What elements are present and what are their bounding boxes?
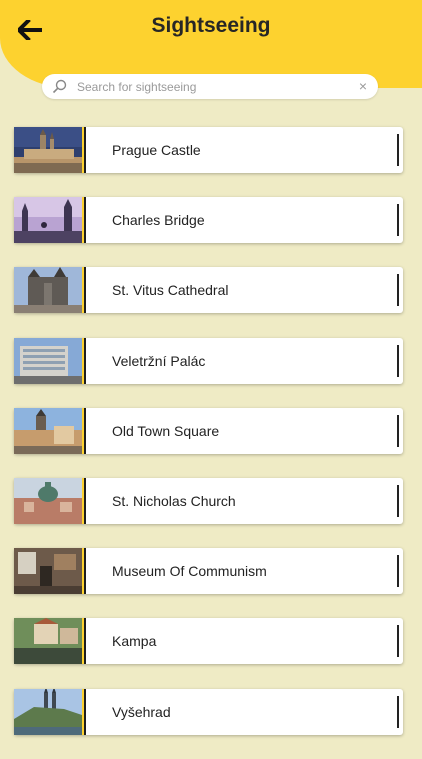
place-name: Veletržní Palác — [112, 352, 206, 369]
item-end-marker — [397, 274, 399, 307]
page-title: Sightseeing — [151, 14, 271, 37]
item-end-marker — [397, 695, 399, 728]
place-name: St. Vitus Cathedral — [112, 282, 229, 299]
list-item[interactable]: Charles Bridge — [14, 197, 403, 244]
thumbnail-divider — [84, 407, 86, 454]
list-item[interactable]: Vyšehrad — [14, 688, 403, 735]
thumbnail-image — [14, 548, 84, 595]
item-end-marker — [397, 555, 399, 588]
close-icon[interactable]: × — [356, 78, 370, 94]
thumbnail-image — [14, 337, 84, 384]
thumbnail-image — [14, 688, 84, 735]
thumbnail-image — [14, 477, 84, 524]
item-end-marker — [397, 344, 399, 377]
thumbnail-divider — [84, 688, 86, 735]
thumbnail-image — [14, 618, 84, 665]
list-item[interactable]: Old Town Square — [14, 407, 403, 454]
thumbnail-divider — [84, 548, 86, 595]
list-item[interactable]: St. Vitus Cathedral — [14, 267, 403, 314]
place-name: Museum Of Communism — [112, 563, 267, 580]
place-name: Kampa — [112, 633, 157, 650]
thumbnail-divider — [84, 477, 86, 524]
list-item[interactable]: Veletržní Palác — [14, 337, 403, 384]
place-name: St. Nicholas Church — [112, 492, 236, 509]
thumbnail-divider — [84, 127, 86, 173]
list-item[interactable]: Kampa — [14, 618, 403, 665]
thumbnail-image — [14, 197, 84, 244]
place-name: Charles Bridge — [112, 212, 205, 229]
thumbnail-divider — [84, 267, 86, 314]
search-input[interactable] — [77, 77, 337, 96]
search-icon — [52, 79, 67, 94]
place-name: Vyšehrad — [112, 703, 171, 720]
thumbnail-image — [14, 267, 84, 314]
sightseeing-list: Prague Castle Charles Bridge St. Vitus C… — [14, 127, 403, 759]
thumbnail-divider — [84, 618, 86, 665]
place-name: Prague Castle — [112, 142, 201, 158]
item-end-marker — [397, 414, 399, 447]
item-end-marker — [397, 204, 399, 237]
search-bar[interactable]: × — [42, 74, 378, 99]
thumbnail-divider — [84, 337, 86, 384]
thumbnail-image — [14, 127, 84, 173]
list-item[interactable]: Prague Castle — [14, 127, 403, 173]
list-item[interactable]: Museum Of Communism — [14, 548, 403, 595]
item-end-marker — [397, 134, 399, 166]
thumbnail-divider — [84, 197, 86, 244]
item-end-marker — [397, 625, 399, 658]
list-item[interactable]: St. Nicholas Church — [14, 477, 403, 524]
place-name: Old Town Square — [112, 422, 220, 439]
thumbnail-image — [14, 407, 84, 454]
item-end-marker — [397, 484, 399, 517]
